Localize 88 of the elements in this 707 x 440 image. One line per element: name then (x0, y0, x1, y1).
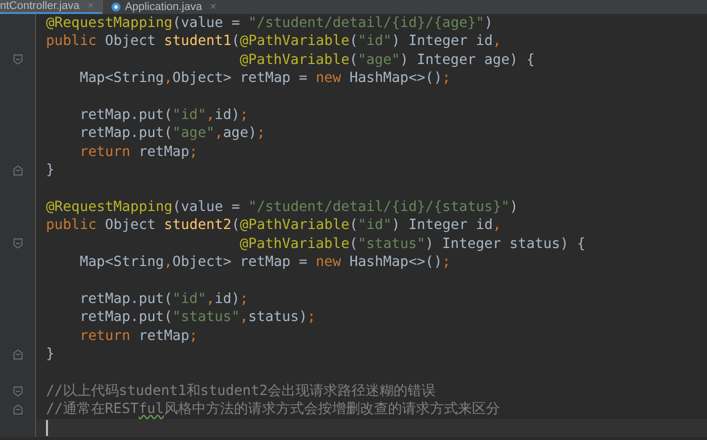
code-token: retMap (138, 328, 190, 344)
editor-tab[interactable]: ntController.java × (0, 0, 102, 14)
code-token: new (316, 70, 342, 86)
code-token: , (206, 106, 215, 123)
code-token: (value = (172, 15, 241, 31)
code-token: "/student/detail/{id}/{age}" (248, 15, 484, 31)
code-token: , (240, 309, 248, 326)
code-token: } (46, 346, 54, 362)
code-token: , (492, 217, 502, 234)
code-token: ( (349, 217, 358, 234)
code-token: retMap.put( (80, 309, 172, 326)
code-token: Object (105, 217, 157, 234)
code-token: ; (240, 290, 248, 307)
code-token: Map<String (80, 70, 164, 86)
code-token: "status" (172, 309, 240, 326)
code-token: ; (189, 144, 198, 160)
code-token: ) Integer age) { (400, 52, 535, 68)
code-token: ) (484, 15, 493, 31)
code-token: @PathVariable (240, 217, 350, 234)
code-token: retMap.put( (80, 125, 172, 142)
code-token: , (206, 290, 215, 307)
code-token: ; (307, 309, 316, 326)
code-comment: 风格中方法的请求方式会按增删改查的请求方式来区分 (164, 401, 500, 418)
fold-marker-icon[interactable] (12, 404, 22, 415)
code-token: student1 (164, 33, 232, 50)
code-token: ; (189, 328, 198, 344)
code-token: status) (248, 309, 308, 326)
code-token: ; (240, 106, 248, 123)
code-token: id) (214, 290, 240, 307)
code-token: ( (231, 33, 240, 50)
code-token: Object (105, 33, 157, 50)
code-token: age) (223, 125, 257, 142)
code-token: Object> retMap = (172, 70, 308, 86)
code-token: @PathVariable (240, 33, 350, 50)
code-comment: //通常在REST (46, 401, 139, 418)
code-token: "age" (172, 125, 215, 142)
code-token: HashMap<>() (349, 70, 442, 86)
code-token: public (46, 217, 98, 234)
code-token: , (214, 125, 223, 142)
code-comment: ful (138, 401, 164, 418)
code-token: @RequestMapping (46, 198, 172, 215)
code-token: return (80, 328, 132, 344)
code-token: ; (442, 254, 451, 270)
close-tab-icon[interactable]: × (210, 1, 216, 13)
code-token: @RequestMapping (46, 15, 172, 31)
fold-marker-icon[interactable] (12, 348, 22, 360)
code-token: ) Integer id (392, 217, 493, 234)
code-token: ; (256, 125, 266, 142)
text-cursor (46, 420, 48, 436)
code-token: return (80, 144, 132, 160)
code-token: retMap (138, 144, 190, 160)
code-token: , (164, 254, 172, 270)
fold-marker-icon[interactable] (12, 164, 22, 176)
code-token: "/student/detail/{id}/{status}" (248, 198, 510, 215)
code-token: ) Integer status) { (425, 236, 586, 252)
code-token: "id" (358, 33, 392, 50)
code-token: Object> retMap = (172, 254, 308, 270)
code-token: ) Integer id (392, 33, 493, 50)
editor-tab[interactable]: Application.java × (102, 0, 224, 14)
code-comment: //以上代码student1和student2会出现请求路径迷糊的错误 (46, 382, 436, 399)
code-token: HashMap<>() (349, 254, 442, 270)
code-token: public (46, 33, 98, 50)
code-token: ( (349, 236, 358, 252)
code-token: "age" (358, 52, 400, 68)
code-token: (value = (172, 198, 241, 215)
code-token: ( (231, 217, 240, 234)
code-token: , (492, 33, 502, 50)
code-token: Map<String (80, 254, 164, 270)
code-token: ; (442, 70, 451, 86)
code-token: ( (349, 33, 358, 50)
code-token: student2 (164, 217, 232, 234)
code-token: "id" (172, 106, 206, 123)
code-token: "status" (358, 236, 426, 252)
code-token: , (164, 70, 172, 86)
fold-marker-icon[interactable] (12, 54, 22, 66)
code-token: id) (214, 106, 240, 123)
code-token: new (316, 254, 342, 270)
code-token: ( (349, 52, 358, 68)
code-token: } (46, 162, 54, 178)
code-token: "id" (358, 217, 392, 234)
code-token: @PathVariable (240, 52, 350, 68)
code-token: "id" (172, 290, 206, 307)
code-token: @PathVariable (240, 236, 350, 252)
code-token: ) (510, 198, 518, 215)
fold-marker-icon[interactable] (12, 238, 22, 250)
code-token: retMap.put( (80, 290, 172, 307)
code-token: retMap.put( (80, 106, 172, 123)
fold-marker-icon[interactable] (12, 386, 22, 396)
